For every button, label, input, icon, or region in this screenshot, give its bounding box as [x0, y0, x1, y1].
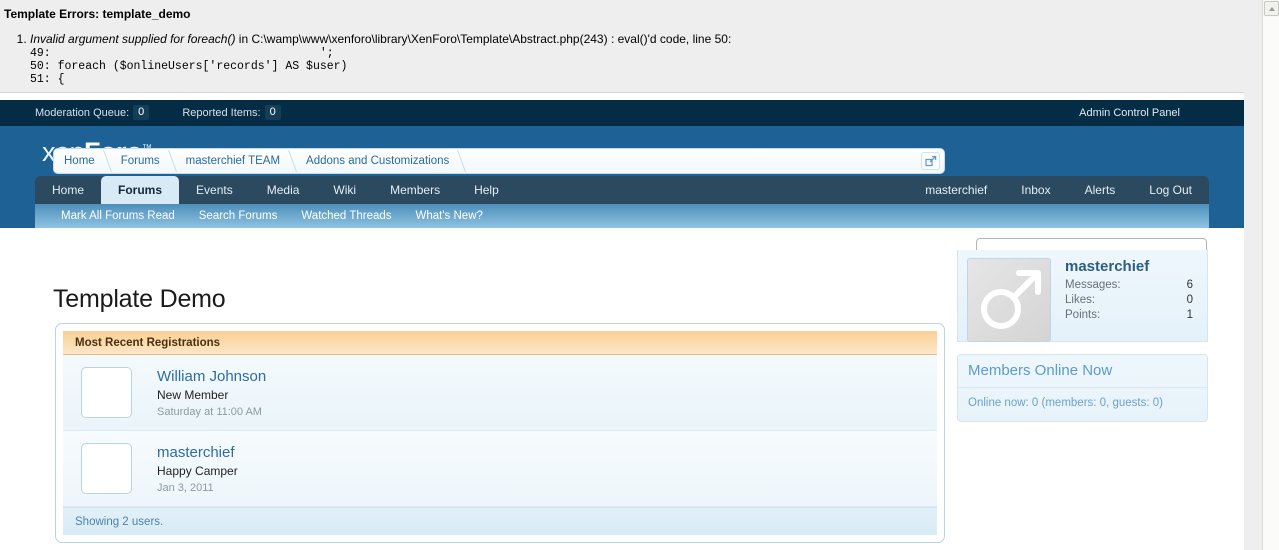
nav-logout[interactable]: Log Out: [1132, 176, 1209, 204]
scrollbar-track[interactable]: [1263, 17, 1279, 550]
nav-tab-media[interactable]: Media: [250, 176, 317, 204]
template-errors-block: Template Errors: template_demo Invalid a…: [0, 0, 1262, 93]
browser-viewport: Template Errors: template_demo Invalid a…: [0, 0, 1279, 550]
scroll-up-arrow-icon[interactable]: [1264, 1, 1279, 16]
breadcrumb-list: Home Forums masterchief TEAM Addons and …: [54, 149, 944, 173]
template-error-item: Invalid argument supplied for foreach() …: [30, 32, 1262, 86]
reported-items-count: 0: [264, 105, 281, 120]
nav-tab-forums-link[interactable]: Forums: [101, 176, 180, 204]
nav-tab-forums[interactable]: Forums: [101, 176, 180, 204]
moderation-queue-item[interactable]: Moderation Queue: 0: [35, 100, 150, 126]
subnav-watched-threads[interactable]: Watched Threads: [289, 204, 403, 228]
avatar[interactable]: [81, 443, 132, 494]
subnav-watched-threads-link[interactable]: Watched Threads: [289, 204, 403, 228]
nav-tab-help[interactable]: Help: [457, 176, 516, 204]
visitor-stat-likes-value: 0: [1186, 294, 1193, 306]
avatar[interactable]: [81, 367, 132, 418]
registration-username[interactable]: masterchief: [157, 443, 925, 462]
nav-tab-members[interactable]: Members: [373, 176, 457, 204]
panel-footer-count: Showing 2 users.: [63, 507, 937, 535]
sidebar: masterchief Messages: 6 Likes: 0 Points:…: [957, 250, 1208, 422]
open-in-new-window-icon[interactable]: [921, 152, 940, 170]
reported-items-item[interactable]: Reported Items: 0: [182, 100, 281, 126]
recent-registrations-panel: Most Recent Registrations William Johnso…: [55, 323, 945, 543]
list-item[interactable]: masterchief Happy Camper Jan 3, 2011: [63, 431, 937, 507]
breadcrumb-home-link[interactable]: Home: [54, 149, 111, 173]
visitor-stat-points-label: Points:: [1065, 309, 1101, 321]
registration-body: masterchief Happy Camper Jan 3, 2011: [157, 443, 925, 496]
breadcrumb-item-home[interactable]: Home: [54, 149, 111, 173]
members-online-heading: Members Online Now: [958, 355, 1207, 388]
registration-date: Saturday at 11:00 AM: [157, 406, 262, 418]
registrations-list: William Johnson New Member Saturday at 1…: [63, 355, 937, 507]
visitor-stat-points-value: 1: [1186, 309, 1193, 321]
template-errors-list: Invalid argument supplied for foreach() …: [0, 32, 1262, 86]
subnav-whats-new[interactable]: What's New?: [404, 204, 495, 228]
visitor-stat-points: Points: 1: [1065, 308, 1197, 323]
registration-body: William Johnson New Member Saturday at 1…: [157, 367, 925, 420]
registration-date: Jan 3, 2011: [157, 482, 214, 494]
visitor-stat-messages-value: 6: [1186, 279, 1193, 291]
breadcrumb-item-addons[interactable]: Addons and Customizations: [296, 149, 465, 173]
page-gutter: [1244, 0, 1262, 550]
visitor-stat-messages-label: Messages:: [1065, 279, 1121, 291]
admin-control-panel-link[interactable]: Admin Control Panel: [1079, 100, 1180, 126]
registration-username[interactable]: William Johnson: [157, 367, 925, 386]
subnav-whats-new-link[interactable]: What's New?: [404, 204, 495, 228]
nav-logout-link[interactable]: Log Out: [1132, 176, 1209, 204]
breadcrumb-item-forums[interactable]: Forums: [111, 149, 176, 173]
nav-tab-members-link[interactable]: Members: [373, 176, 457, 204]
error-message: Invalid argument supplied for foreach(): [30, 32, 236, 46]
moderation-queue-count: 0: [133, 105, 150, 120]
reported-items-label: Reported Items:: [182, 107, 261, 119]
nav-tab-events-link[interactable]: Events: [179, 176, 250, 204]
breadcrumb-forums-link[interactable]: Forums: [111, 149, 176, 173]
nav-tab-list: Home Forums Events Media Wiki Members He…: [35, 176, 1209, 204]
nav-alerts[interactable]: Alerts: [1068, 176, 1133, 204]
visitor-stat-messages: Messages: 6: [1065, 278, 1197, 293]
visitor-stat-likes: Likes: 0: [1065, 293, 1197, 308]
subnav-search-forums[interactable]: Search Forums: [187, 204, 290, 228]
breadcrumb-masterchief-team-link[interactable]: masterchief TEAM: [176, 149, 296, 173]
subnav-mark-all-forums-read[interactable]: Mark All Forums Read: [49, 204, 187, 228]
moderation-queue-label: Moderation Queue:: [35, 107, 130, 119]
visitor-info: masterchief Messages: 6 Likes: 0 Points:…: [1065, 258, 1197, 323]
breadcrumb-item-masterchief-team[interactable]: masterchief TEAM: [176, 149, 296, 173]
registration-user-title: New Member: [157, 388, 229, 402]
nav-tab-home-link[interactable]: Home: [35, 176, 101, 204]
nav-inbox[interactable]: Inbox: [1004, 176, 1067, 204]
visitor-panel: masterchief Messages: 6 Likes: 0 Points:…: [957, 250, 1208, 342]
nav-alerts-link[interactable]: Alerts: [1068, 176, 1133, 204]
nav-tab-wiki[interactable]: Wiki: [316, 176, 373, 204]
sub-navigation: Mark All Forums Read Search Forums Watch…: [35, 204, 1209, 228]
page-title: Template Demo: [53, 285, 226, 313]
moderator-bar: Moderation Queue: 0 Reported Items: 0 Admi…: [0, 100, 1244, 126]
male-gender-symbol-icon[interactable]: [967, 258, 1051, 342]
members-online-block: Members Online Now Online now: 0 (member…: [957, 354, 1208, 422]
visitor-stat-likes-label: Likes:: [1065, 294, 1096, 306]
nav-tabs: Home Forums Events Media Wiki Members He…: [35, 176, 1209, 204]
panel-heading: Most Recent Registrations: [63, 331, 937, 355]
nav-tab-home[interactable]: Home: [35, 176, 101, 204]
nav-inbox-link[interactable]: Inbox: [1004, 176, 1067, 204]
nav-tab-wiki-link[interactable]: Wiki: [316, 176, 373, 204]
breadcrumb: Home Forums masterchief TEAM Addons and …: [53, 148, 945, 174]
navigation: Home Forums Events Media Wiki Members He…: [0, 176, 1244, 228]
nav-tab-events[interactable]: Events: [179, 176, 250, 204]
nav-tab-media-link[interactable]: Media: [250, 176, 317, 204]
visitor-username[interactable]: masterchief: [1065, 258, 1197, 276]
registration-user-title: Happy Camper: [157, 464, 238, 478]
template-errors-title: Template Errors: template_demo: [4, 7, 191, 21]
subnav-mark-all-forums-read-link[interactable]: Mark All Forums Read: [49, 204, 187, 228]
members-online-text: Online now: 0 (members: 0, guests: 0): [968, 397, 1163, 409]
vertical-scrollbar[interactable]: [1262, 0, 1279, 550]
subnav-search-forums-link[interactable]: Search Forums: [187, 204, 290, 228]
error-code-snippet: 49: '; 50: foreach ($onlineUsers['record…: [30, 47, 348, 86]
error-location: in C:\wamp\www\xenforo\library\XenForo\T…: [235, 32, 732, 46]
nav-account[interactable]: masterchief: [908, 176, 1004, 204]
breadcrumb-addons-link[interactable]: Addons and Customizations: [296, 149, 465, 173]
nav-tab-help-link[interactable]: Help: [457, 176, 516, 204]
list-item[interactable]: William Johnson New Member Saturday at 1…: [63, 355, 937, 431]
nav-account-link[interactable]: masterchief: [908, 176, 1004, 204]
